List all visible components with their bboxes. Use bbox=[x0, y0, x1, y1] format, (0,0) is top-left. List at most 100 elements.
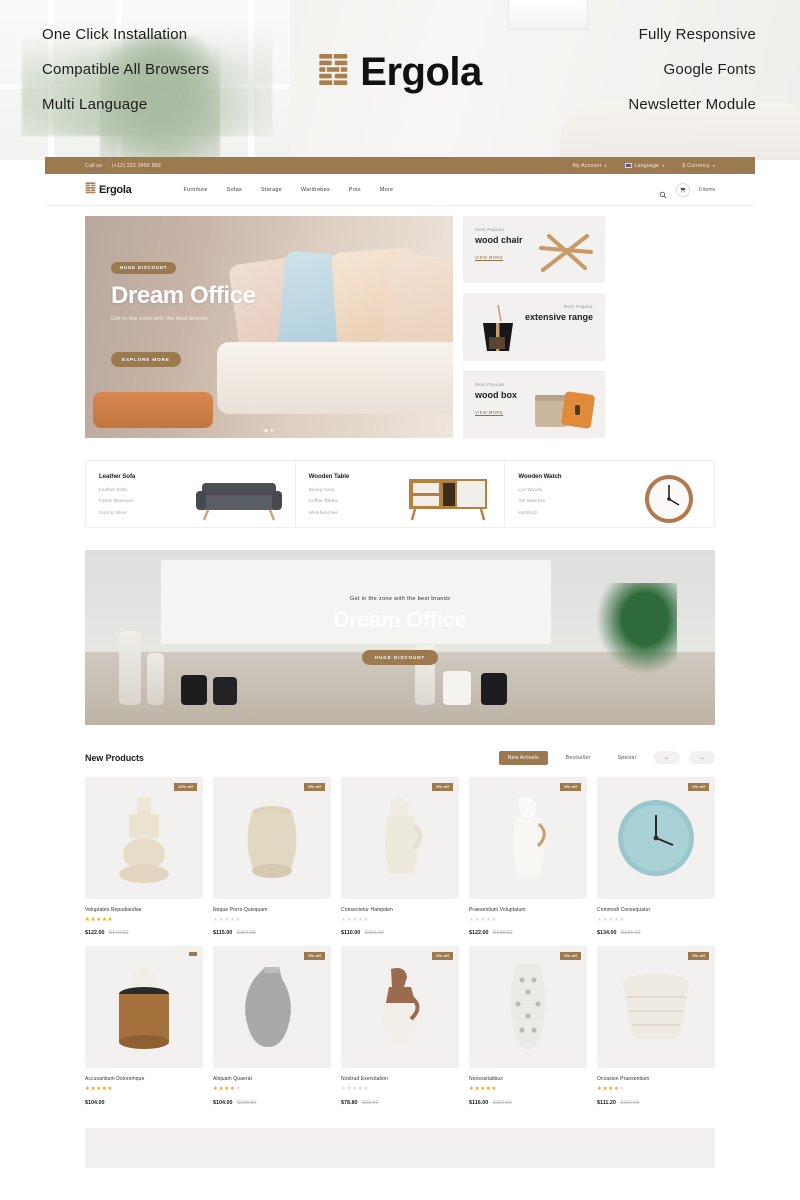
rating-stars: ★★★★★ bbox=[341, 1086, 370, 1093]
my-account-menu[interactable]: My Account ▾ bbox=[572, 163, 606, 169]
brown-carafe-image[interactable]: 6% off bbox=[341, 946, 459, 1069]
promo-card-extensive-range[interactable]: Most Popular extensive range bbox=[463, 293, 605, 361]
new-products-title: New Products bbox=[85, 752, 144, 763]
product-name[interactable]: Occasion Praesentium bbox=[597, 1076, 715, 1082]
wooden-stool-image[interactable] bbox=[85, 946, 203, 1069]
currency-menu[interactable]: $ Currency ▾ bbox=[682, 163, 715, 169]
category-item[interactable]: Fabric Diamond bbox=[99, 498, 194, 503]
product-card[interactable]: 2% off Commodi Consequatur ★★★★★ $134.00… bbox=[597, 776, 715, 937]
nav-link-sofas[interactable]: Sofas bbox=[227, 187, 242, 193]
category-item[interactable]: Ovl Watches bbox=[518, 498, 613, 503]
product-card[interactable]: 5% off Aliquam Quaerat ★★★★★ $104.00 $10… bbox=[213, 946, 331, 1106]
rating-stars: ★★★★★ bbox=[341, 916, 370, 923]
discount-badge: 3% off bbox=[560, 952, 581, 961]
product-name[interactable]: Aliquam Quaerat bbox=[213, 1076, 331, 1082]
beige-vase-image[interactable]: 12% off bbox=[85, 776, 203, 899]
new-products-header: New Products New Arrivals Bestseller Spe… bbox=[85, 750, 715, 765]
price-old: $136.40 bbox=[621, 930, 641, 937]
category-item[interactable]: Workbenches bbox=[309, 510, 404, 515]
product-card[interactable]: Accusantium Doloremque ★★★★★ $104.00 bbox=[85, 946, 203, 1106]
category-wooden-table[interactable]: Wooden Table Dining room Coffee Tables W… bbox=[294, 461, 505, 527]
hero-content: HUGE DISCOUNT Dream Office Get in the zo… bbox=[111, 256, 256, 367]
product-card[interactable]: 3% off Neque Porro Quisquam ★★★★★ $115.0… bbox=[213, 776, 331, 936]
arrow-right-icon[interactable]: → bbox=[689, 751, 715, 764]
nav-link-more[interactable]: More bbox=[380, 187, 393, 193]
product-name[interactable]: Consectetur Hampden bbox=[341, 907, 459, 913]
patterned-vase-image[interactable]: 3% off bbox=[469, 946, 587, 1069]
product-name[interactable]: Commodi Consequatur bbox=[597, 907, 715, 913]
category-item[interactable]: Lux Woods bbox=[518, 487, 613, 492]
phone-number[interactable]: (+12) 222 3456 888 bbox=[112, 163, 161, 169]
tab-special[interactable]: Special bbox=[609, 751, 645, 765]
huge-discount-button[interactable]: HUGE DISCOUNT bbox=[361, 649, 439, 665]
teal-wall-clock-image[interactable]: 2% off bbox=[597, 776, 715, 899]
cream-pitcher-image[interactable]: 8% off bbox=[341, 776, 459, 899]
arrow-left-icon[interactable]: ← bbox=[654, 751, 680, 764]
product-name[interactable]: Praesentium Voluptatum bbox=[469, 907, 587, 913]
product-price: $115.00 $118.00 bbox=[213, 930, 331, 936]
hero-slider[interactable]: HUGE DISCOUNT Dream Office Get in the zo… bbox=[85, 216, 453, 438]
slider-dot-2[interactable] bbox=[270, 429, 274, 432]
wide-promo-banner[interactable]: Get in the zone with the best brands Dre… bbox=[85, 549, 715, 725]
nav-link-storage[interactable]: Storage bbox=[261, 187, 282, 193]
rating-stars: ★★★★★ bbox=[85, 916, 114, 923]
white-jug-image[interactable]: 5% off bbox=[469, 776, 587, 899]
promo-card-wood-box[interactable]: Most Popular wood box VIEW MORE bbox=[463, 370, 605, 438]
search-icon[interactable] bbox=[659, 186, 667, 198]
price-current: $110.00 bbox=[341, 930, 361, 937]
wooden-sideboard-image bbox=[404, 473, 492, 521]
nav-link-pots[interactable]: Pots bbox=[349, 187, 361, 193]
price-old: $116.00 bbox=[620, 1099, 640, 1106]
product-name[interactable]: Accusantium Doloremque bbox=[85, 1076, 203, 1082]
explore-more-button[interactable]: EXPLORE MORE bbox=[111, 352, 181, 367]
promo-feature: Compatible All Browsers bbox=[42, 61, 210, 78]
category-item[interactable]: Coffee Tables bbox=[309, 498, 404, 503]
category-item[interactable]: Gold & Silver bbox=[99, 510, 194, 515]
language-menu[interactable]: Language ▾ bbox=[624, 163, 665, 169]
product-price: $110.00 $119.60 bbox=[341, 930, 459, 936]
category-item[interactable]: Kerbholz bbox=[518, 510, 613, 515]
category-wooden-watch[interactable]: Wooden Watch Lux Woods Ovl Watches Kerbh… bbox=[504, 461, 714, 527]
category-title: Wooden Table bbox=[308, 473, 350, 480]
currency-label: $ Currency bbox=[682, 162, 710, 169]
tab-bestseller[interactable]: Bestseller bbox=[557, 751, 600, 765]
rating-stars: ★★★★★ bbox=[213, 916, 242, 923]
hero-slider-dots[interactable] bbox=[264, 429, 274, 432]
nav-link-furniture[interactable]: Furniture bbox=[183, 187, 207, 193]
rating-stars: ★★★★★ bbox=[469, 1086, 498, 1093]
promo-card-wood-chair[interactable]: Most Popular wood chair VIEW MORE bbox=[463, 216, 605, 284]
discount-badge: 5% off bbox=[560, 782, 581, 791]
hero-badge: HUGE DISCOUNT bbox=[111, 261, 177, 274]
promo-feature: Google Fonts bbox=[663, 61, 756, 78]
product-name[interactable]: Voluptates Repudiandae bbox=[85, 907, 203, 913]
tab-new-arrivals[interactable]: New Arrivals bbox=[498, 750, 548, 765]
product-card[interactable]: 12% off Voluptates Repudiandae ★★★★★ $12… bbox=[85, 776, 203, 936]
product-name[interactable]: Nostrud Exercitation bbox=[341, 1076, 459, 1082]
product-name[interactable]: Neque Porro Quisquam bbox=[213, 907, 331, 913]
category-leather-sofa[interactable]: Leather Sofa Leather belts Fabric Diamon… bbox=[86, 461, 295, 527]
product-card[interactable]: 6% off Nostrud Exercitation ★★★★★ $78.80… bbox=[341, 946, 459, 1106]
cart-item-count[interactable]: 0 items bbox=[699, 187, 715, 193]
category-item[interactable]: Leather belts bbox=[99, 487, 194, 492]
product-card[interactable]: 5% off Praesentium Voluptatum ★★★★★ $122… bbox=[469, 776, 587, 936]
brick-wall-logo-icon bbox=[318, 53, 348, 92]
site-logo[interactable]: Ergola bbox=[85, 181, 132, 199]
product-price: $122.00 $140.00 bbox=[85, 930, 203, 936]
grey-sofa-image bbox=[194, 473, 282, 521]
promo-features-right: Fully Responsive Google Fonts Newsletter… bbox=[628, 26, 756, 131]
wicker-basket-image[interactable]: 5% off bbox=[597, 946, 715, 1069]
product-card[interactable]: 8% off Consectetur Hampden ★★★★★ $110.00… bbox=[341, 776, 459, 936]
slider-dot-1[interactable] bbox=[264, 429, 268, 432]
black-vase-image bbox=[481, 672, 507, 705]
shopping-cart-icon[interactable] bbox=[675, 182, 690, 197]
discount-badge: 12% off bbox=[174, 782, 197, 791]
grey-vase-image[interactable]: 5% off bbox=[213, 946, 331, 1069]
call-us-separator: : bbox=[106, 162, 108, 169]
product-card[interactable]: 3% off Necessitatibus ★★★★★ $116.00 $119… bbox=[469, 946, 587, 1106]
product-name[interactable]: Necessitatibus bbox=[469, 1076, 587, 1082]
nav-link-wardrobes[interactable]: Wardrobes bbox=[301, 187, 330, 193]
woven-basket-jar-image[interactable]: 3% off bbox=[213, 776, 331, 899]
product-card[interactable]: 5% off Occasion Praesentium ★★★★★ $111.2… bbox=[597, 946, 715, 1106]
category-item[interactable]: Dining room bbox=[309, 487, 404, 492]
brand-name: Ergola bbox=[360, 50, 482, 94]
